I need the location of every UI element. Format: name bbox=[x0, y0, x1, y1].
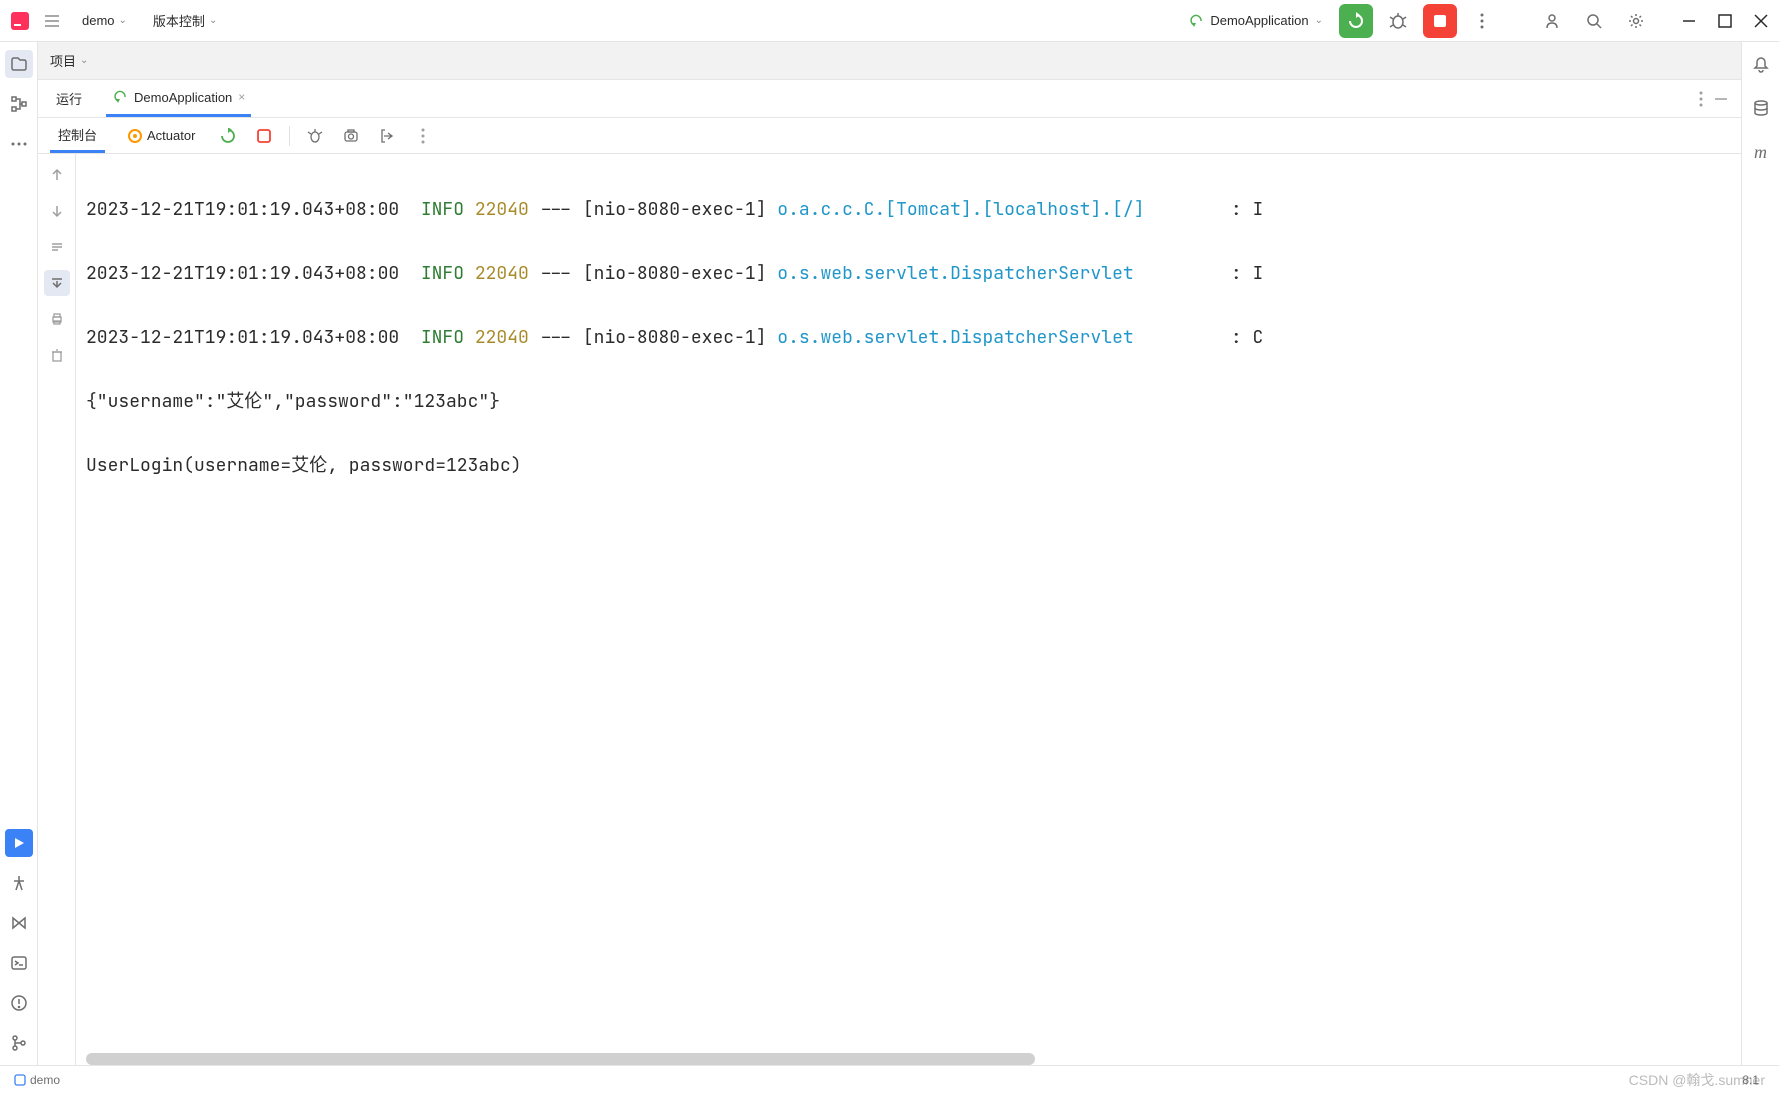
run-tool-button[interactable] bbox=[5, 829, 33, 857]
run-tab[interactable]: 运行 bbox=[50, 80, 88, 117]
run-tabs: 运行 DemoApplication × bbox=[38, 80, 1741, 118]
project-name: demo bbox=[82, 13, 115, 28]
status-module[interactable]: demo bbox=[14, 1073, 60, 1087]
code-with-me-button[interactable] bbox=[1535, 4, 1569, 38]
close-window-button[interactable] bbox=[1753, 13, 1769, 29]
rerun-button[interactable] bbox=[1339, 4, 1373, 38]
scroll-up-button[interactable] bbox=[44, 162, 70, 188]
run-config-icon bbox=[1188, 13, 1204, 29]
build-tool-button[interactable] bbox=[5, 869, 33, 897]
soft-wrap-button[interactable] bbox=[44, 234, 70, 260]
vcs-label: 版本控制 bbox=[153, 11, 205, 30]
horizontal-scrollbar[interactable] bbox=[86, 1053, 1035, 1065]
project-selector[interactable]: demo ⌄ bbox=[74, 9, 135, 32]
right-tool-rail: m bbox=[1741, 42, 1779, 1065]
stop-icon-button[interactable] bbox=[253, 125, 275, 147]
console-output[interactable]: 2023-12-21T19:01:19.043+08:00 INFO 22040… bbox=[76, 154, 1741, 1065]
structure-tool-button[interactable] bbox=[5, 90, 33, 118]
console-tab-label: 控制台 bbox=[58, 125, 97, 144]
chevron-down-icon: ⌄ bbox=[119, 15, 127, 26]
run-tab-label: 运行 bbox=[56, 89, 82, 108]
scroll-down-button[interactable] bbox=[44, 198, 70, 224]
log-line: {"username":"艾伦","password":"123abc"} bbox=[86, 386, 1733, 418]
tab-more-button[interactable] bbox=[1699, 91, 1703, 107]
rerun-icon-button[interactable] bbox=[217, 125, 239, 147]
maven-button[interactable]: m bbox=[1747, 138, 1775, 166]
terminal-tool-button[interactable] bbox=[5, 949, 33, 977]
app-logo-icon bbox=[10, 11, 30, 31]
more-tools-button[interactable] bbox=[5, 130, 33, 158]
project-tool-button[interactable] bbox=[5, 50, 33, 78]
maximize-button[interactable] bbox=[1717, 13, 1733, 29]
cursor-position: 8:1 bbox=[1742, 1073, 1759, 1087]
actuator-tab-label: Actuator bbox=[147, 128, 195, 143]
database-button[interactable] bbox=[1747, 94, 1775, 122]
chevron-down-icon: ⌄ bbox=[209, 15, 217, 26]
chevron-down-icon[interactable]: ⌄ bbox=[80, 55, 88, 66]
services-tool-button[interactable] bbox=[5, 909, 33, 937]
top-toolbar: demo ⌄ 版本控制 ⌄ DemoApplication ⌄ bbox=[0, 0, 1779, 42]
debug-icon-button[interactable] bbox=[304, 125, 326, 147]
run-config-icon bbox=[112, 89, 128, 105]
log-line: 2023-12-21T19:01:19.043+08:00 INFO 22040… bbox=[86, 322, 1733, 354]
stop-button[interactable] bbox=[1423, 4, 1457, 38]
app-tab-label: DemoApplication bbox=[134, 90, 232, 105]
console-more-button[interactable] bbox=[412, 125, 434, 147]
git-tool-button[interactable] bbox=[5, 1029, 33, 1057]
run-config-name: DemoApplication bbox=[1210, 13, 1308, 28]
project-panel-label[interactable]: 项目 bbox=[50, 51, 76, 70]
chevron-down-icon: ⌄ bbox=[1315, 15, 1323, 26]
run-config-selector[interactable]: DemoApplication ⌄ bbox=[1180, 9, 1331, 33]
actuator-icon bbox=[127, 128, 143, 144]
snapshot-icon-button[interactable] bbox=[340, 125, 362, 147]
log-line: 2023-12-21T19:01:19.043+08:00 INFO 22040… bbox=[86, 258, 1733, 290]
actuator-tab[interactable]: Actuator bbox=[119, 118, 203, 153]
print-button[interactable] bbox=[44, 306, 70, 332]
hide-panel-button[interactable] bbox=[1713, 91, 1729, 107]
main-menu-button[interactable] bbox=[40, 9, 64, 33]
app-run-tab[interactable]: DemoApplication × bbox=[106, 80, 251, 117]
log-line: 2023-12-21T19:01:19.043+08:00 INFO 22040… bbox=[86, 194, 1733, 226]
status-bar: demo CSDN @翰戈.sumner 8:1 bbox=[0, 1065, 1779, 1093]
clear-button[interactable] bbox=[44, 342, 70, 368]
console-tab[interactable]: 控制台 bbox=[50, 118, 105, 153]
search-button[interactable] bbox=[1577, 4, 1611, 38]
log-line: UserLogin(username=艾伦, password=123abc) bbox=[86, 450, 1733, 482]
console-toolbar: 控制台 Actuator bbox=[38, 118, 1741, 154]
vcs-menu[interactable]: 版本控制 ⌄ bbox=[145, 7, 225, 34]
notifications-button[interactable] bbox=[1747, 50, 1775, 78]
left-tool-rail bbox=[0, 42, 38, 1065]
console-gutter bbox=[38, 154, 76, 1065]
more-actions-button[interactable] bbox=[1465, 4, 1499, 38]
debug-button[interactable] bbox=[1381, 4, 1415, 38]
exit-icon-button[interactable] bbox=[376, 125, 398, 147]
settings-button[interactable] bbox=[1619, 4, 1653, 38]
problems-tool-button[interactable] bbox=[5, 989, 33, 1017]
scroll-to-end-button[interactable] bbox=[44, 270, 70, 296]
minimize-button[interactable] bbox=[1681, 13, 1697, 29]
project-header: 项目 ⌄ bbox=[38, 42, 1741, 80]
module-name: demo bbox=[30, 1073, 60, 1087]
close-tab-icon[interactable]: × bbox=[238, 90, 245, 104]
